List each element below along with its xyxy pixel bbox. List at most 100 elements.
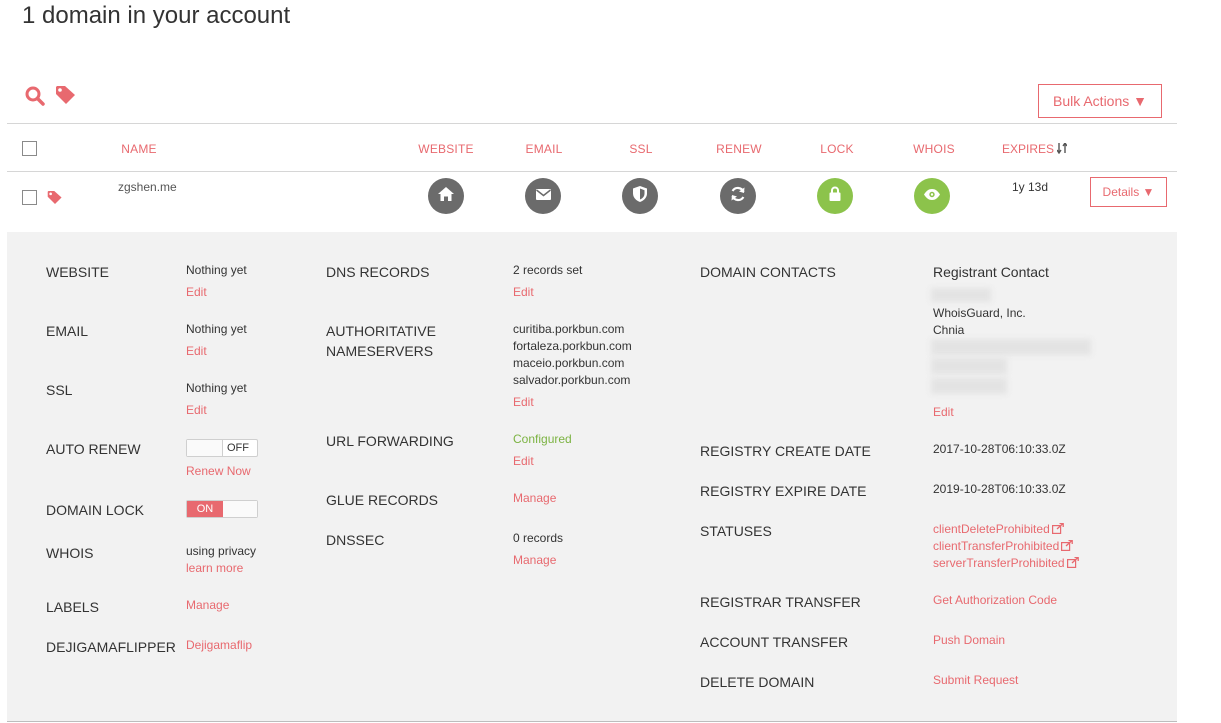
redacted-text xyxy=(931,378,1007,394)
bulk-actions-button[interactable]: Bulk Actions ▼ xyxy=(1038,84,1162,118)
contact-country: Chnia xyxy=(933,323,965,337)
redacted-text xyxy=(931,288,991,302)
column-header-expires[interactable]: EXPIRES xyxy=(1002,141,1068,156)
registrar-transfer-label: REGISTRAR TRANSFER xyxy=(700,594,861,610)
email-label: EMAIL xyxy=(46,323,89,339)
domain-expires: 1y 13d xyxy=(1011,180,1049,194)
domain-row-checkbox[interactable] xyxy=(22,190,37,205)
toggle-state: OFF xyxy=(227,442,249,454)
auto-renew-toggle[interactable]: OFF xyxy=(186,439,258,457)
status-link[interactable]: serverTransferProhibited xyxy=(933,556,1079,571)
contact-edit-link[interactable]: Edit xyxy=(933,405,954,419)
status-text: clientTransferProhibited xyxy=(933,539,1060,553)
refresh-icon xyxy=(730,186,746,207)
home-icon xyxy=(438,186,454,206)
domain-contacts-label: DOMAIN CONTACTS xyxy=(700,264,836,280)
divider xyxy=(7,123,1177,124)
status-text: serverTransferProhibited xyxy=(933,556,1065,570)
search-icon[interactable] xyxy=(25,86,45,111)
auto-renew-label: AUTO RENEW xyxy=(46,441,141,457)
domain-details-panel: WEBSITE Nothing yet Edit EMAIL Nothing y… xyxy=(7,232,1177,721)
dnssec-label: DNSSEC xyxy=(326,532,385,548)
dejigamaflip-link[interactable]: Dejigamaflip xyxy=(186,638,252,652)
tag-icon[interactable] xyxy=(55,85,77,110)
tag-icon[interactable] xyxy=(47,190,63,210)
nameserver-item: fortaleza.porkbun.com xyxy=(513,339,632,353)
column-header-ssl[interactable]: SSL xyxy=(601,142,681,156)
registry-expire-date-value: 2019-10-28T06:10:33.0Z xyxy=(933,482,1066,496)
lock-icon xyxy=(829,186,841,206)
dns-records-value: 2 records set xyxy=(513,263,583,277)
column-header-name[interactable]: NAME xyxy=(99,142,179,156)
dejigamaflipper-label: DEJIGAMAFLIPPER xyxy=(46,639,176,655)
ssl-label: SSL xyxy=(46,382,73,398)
account-transfer-label: ACCOUNT TRANSFER xyxy=(700,634,849,650)
nameserver-item: salvador.porkbun.com xyxy=(513,373,631,387)
divider xyxy=(7,721,1177,722)
column-header-email[interactable]: EMAIL xyxy=(504,142,584,156)
external-link-icon xyxy=(1066,556,1079,571)
learn-more-link[interactable]: learn more xyxy=(186,561,243,575)
column-header-lock[interactable]: LOCK xyxy=(797,142,877,156)
glue-records-label: GLUE RECORDS xyxy=(326,492,439,508)
website-edit-link[interactable]: Edit xyxy=(186,285,207,299)
website-value: Nothing yet xyxy=(186,263,247,277)
statuses-label: STATUSES xyxy=(700,523,772,539)
lock-status-button[interactable] xyxy=(817,178,853,214)
dns-records-edit-link[interactable]: Edit xyxy=(513,285,534,299)
whois-status-button[interactable] xyxy=(914,178,950,214)
push-domain-link[interactable]: Push Domain xyxy=(933,633,1005,647)
email-value: Nothing yet xyxy=(186,322,247,336)
select-all-checkbox[interactable] xyxy=(22,141,37,156)
labels-manage-link[interactable]: Manage xyxy=(186,598,229,612)
glue-records-manage-link[interactable]: Manage xyxy=(513,491,556,505)
ssl-edit-link[interactable]: Edit xyxy=(186,403,207,417)
nameservers-edit-link[interactable]: Edit xyxy=(513,395,534,409)
ssl-status-button[interactable] xyxy=(622,178,658,214)
eye-icon xyxy=(924,187,940,205)
status-text: clientDeleteProhibited xyxy=(933,522,1050,536)
registry-create-date-value: 2017-10-28T06:10:33.0Z xyxy=(933,442,1066,456)
submit-request-link[interactable]: Submit Request xyxy=(933,673,1018,687)
sort-icon xyxy=(1056,141,1068,156)
column-header-website[interactable]: WEBSITE xyxy=(406,142,486,156)
redacted-text xyxy=(931,339,1091,355)
website-status-button[interactable] xyxy=(428,178,464,214)
status-link[interactable]: clientTransferProhibited xyxy=(933,539,1074,554)
redacted-text xyxy=(931,358,1007,374)
toggle-state: ON xyxy=(187,501,223,517)
registry-create-date-label: REGISTRY CREATE DATE xyxy=(700,443,871,459)
url-forwarding-edit-link[interactable]: Edit xyxy=(513,454,534,468)
email-status-button[interactable] xyxy=(525,178,561,214)
ssl-value: Nothing yet xyxy=(186,381,247,395)
column-header-expires-label: EXPIRES xyxy=(1002,142,1055,156)
dnssec-manage-link[interactable]: Manage xyxy=(513,553,556,567)
column-header-whois[interactable]: WHOIS xyxy=(894,142,974,156)
nameservers-label: AUTHORITATIVE xyxy=(326,323,436,339)
url-forwarding-status: Configured xyxy=(513,432,572,446)
nameserver-item: maceio.porkbun.com xyxy=(513,356,625,370)
envelope-icon xyxy=(535,187,551,205)
website-label: WEBSITE xyxy=(46,264,110,280)
toggle-knob xyxy=(187,440,223,456)
email-edit-link[interactable]: Edit xyxy=(186,344,207,358)
registry-expire-date-label: REGISTRY EXPIRE DATE xyxy=(700,483,867,499)
get-authorization-code-link[interactable]: Get Authorization Code xyxy=(933,593,1057,607)
shield-icon xyxy=(633,185,647,207)
details-button[interactable]: Details ▼ xyxy=(1090,177,1167,207)
whois-value: using privacy xyxy=(186,544,257,558)
dns-records-label: DNS RECORDS xyxy=(326,264,430,280)
labels-label: LABELS xyxy=(46,599,99,615)
toggle-knob xyxy=(223,501,257,517)
column-header-renew[interactable]: RENEW xyxy=(699,142,779,156)
delete-domain-label: DELETE DOMAIN xyxy=(700,674,815,690)
nameserver-item: curitiba.porkbun.com xyxy=(513,322,625,336)
renew-now-link[interactable]: Renew Now xyxy=(186,464,251,478)
renew-status-button[interactable] xyxy=(720,178,756,214)
domain-lock-toggle[interactable]: ON xyxy=(186,500,258,518)
whois-label: WHOIS xyxy=(46,545,94,561)
registrant-contact-heading: Registrant Contact xyxy=(933,264,1049,280)
domain-name[interactable]: zgshen.me xyxy=(118,180,177,194)
status-link[interactable]: clientDeleteProhibited xyxy=(933,522,1064,537)
url-forwarding-label: URL FORWARDING xyxy=(326,433,454,449)
